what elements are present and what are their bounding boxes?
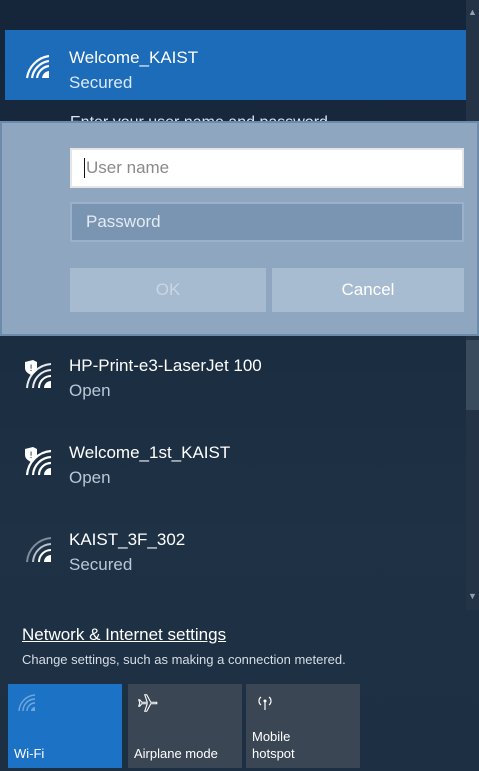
wifi-icon — [18, 694, 36, 712]
scroll-down-arrow-icon[interactable]: ▼ — [466, 586, 479, 606]
network-status: Secured — [69, 555, 133, 574]
network-flyout: ▲ ▼ Welcome_KAIST Secured Enter your use… — [0, 0, 479, 771]
cancel-button[interactable]: Cancel — [272, 268, 464, 312]
network-item-selected[interactable]: Welcome_KAIST Secured — [5, 30, 466, 100]
hotspot-icon — [258, 696, 272, 710]
network-item[interactable]: KAIST_3F_302 Secured — [5, 512, 466, 582]
network-name: Welcome_KAIST — [69, 48, 199, 67]
hotspot-label-line1: Mobile — [252, 729, 291, 744]
network-status: Secured — [69, 73, 133, 92]
network-settings-description: Change settings, such as making a connec… — [22, 652, 346, 667]
airplane-tile-label: Airplane mode — [134, 746, 218, 761]
wifi-shield-icon: ! — [25, 360, 52, 389]
ok-button[interactable]: OK — [70, 268, 266, 312]
scroll-up-arrow-icon[interactable]: ▲ — [466, 2, 479, 22]
network-name: Welcome_1st_KAIST — [69, 443, 231, 462]
network-status: Open — [69, 468, 111, 487]
text-caret — [84, 158, 85, 178]
airplane-icon — [138, 694, 158, 712]
svg-text:!: ! — [29, 364, 33, 374]
network-settings-link[interactable]: Network & Internet settings — [22, 625, 226, 645]
airplane-mode-tile[interactable]: Airplane mode — [128, 684, 242, 768]
network-item[interactable]: ! Welcome_1st_KAIST Open — [5, 425, 466, 495]
network-name: HP-Print-e3-LaserJet 100 — [69, 356, 262, 375]
hotspot-tile-label: Mobile hotspot — [252, 728, 295, 762]
wifi-icon — [26, 537, 52, 563]
mobile-hotspot-tile[interactable]: Mobile hotspot — [246, 684, 360, 768]
network-item[interactable]: ! HP-Print-e3-LaserJet 100 Open — [5, 338, 466, 408]
wifi-toggle-tile[interactable]: Wi-Fi — [8, 684, 122, 768]
hotspot-label-line2: hotspot — [252, 746, 295, 761]
password-input[interactable] — [70, 202, 464, 242]
scrollbar-thumb[interactable] — [466, 340, 479, 410]
wifi-shield-icon: ! — [25, 447, 52, 476]
wifi-icon — [25, 54, 50, 79]
network-status: Open — [69, 381, 111, 400]
wifi-tile-label: Wi-Fi — [14, 746, 45, 761]
network-name: KAIST_3F_302 — [69, 530, 186, 549]
svg-text:!: ! — [29, 451, 33, 461]
username-input[interactable] — [70, 148, 464, 188]
